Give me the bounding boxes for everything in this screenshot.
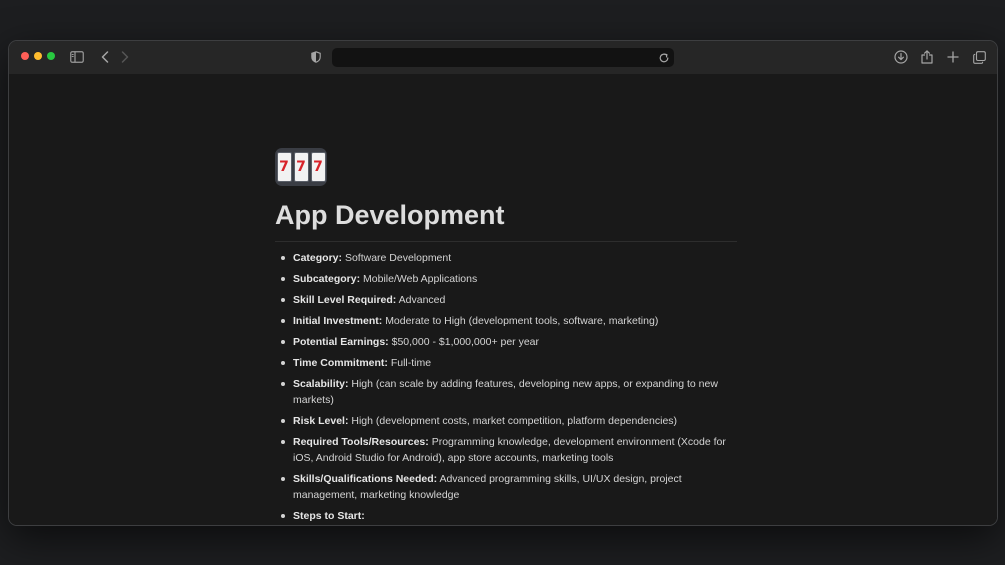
list-item: Initial Investment: Moderate to High (de… [275,313,745,329]
address-bar[interactable] [332,48,674,67]
property-label: Skill Level Required: [293,294,397,306]
property-value: Software Development [344,252,452,264]
list-item: Risk Level: High (development costs, mar… [275,413,745,429]
property-value: Full-time [390,357,432,369]
property-label: Required Tools/Resources: [293,436,429,448]
tab-overview-icon[interactable] [971,49,987,65]
reload-icon[interactable] [658,51,670,69]
property-label: Potential Earnings: [293,336,389,348]
property-label: Scalability: [293,378,349,390]
plus-icon[interactable] [945,49,961,65]
minimize-window-button[interactable] [34,52,42,60]
property-value: High (can scale by adding features, deve… [293,378,718,406]
list-item: Subcategory: Mobile/Web Applications [275,271,745,287]
slot-reel: 7 [276,152,292,182]
list-item: Scalability: High (can scale by adding f… [275,376,745,408]
list-item: Potential Earnings: $50,000 - $1,000,000… [275,334,745,350]
slot-machine-icon: 7 7 7 [275,148,327,186]
property-list: Category: Software Development Subcatego… [275,250,745,525]
property-label: Skills/Qualifications Needed: [293,473,438,485]
chevron-left-icon[interactable] [97,49,113,65]
list-item: Time Commitment: Full-time [275,355,745,371]
property-label: Subcategory: [293,273,361,285]
chevron-right-icon[interactable] [117,49,133,65]
property-label: Time Commitment: [293,357,388,369]
close-window-button[interactable] [21,52,29,60]
browser-toolbar [9,41,997,74]
share-icon[interactable] [919,49,935,65]
property-label: Initial Investment: [293,315,383,327]
shield-icon[interactable] [308,49,324,65]
property-value: $50,000 - $1,000,000+ per year [391,336,540,348]
slot-reel: 7 [293,152,309,182]
page-content: 7 7 7 App Development Category: Software… [9,74,997,525]
list-item: Steps to Start: [275,508,745,524]
property-value: High (development costs, market competit… [351,415,678,427]
list-item: Required Tools/Resources: Programming kn… [275,434,745,466]
property-label: Steps to Start: [293,510,365,522]
title-divider [275,241,737,242]
maximize-window-button[interactable] [47,52,55,60]
property-label: Risk Level: [293,415,349,427]
property-value: Moderate to High (development tools, sof… [385,315,659,327]
list-item: Skills/Qualifications Needed: Advanced p… [275,471,745,503]
sidebar-icon[interactable] [69,49,85,65]
browser-window: 7 7 7 App Development Category: Software… [8,40,998,526]
property-label: Category: [293,252,343,264]
page-title: App Development [275,200,505,230]
property-value: Mobile/Web Applications [363,273,478,285]
download-icon[interactable] [893,49,909,65]
slot-reel: 7 [310,152,326,182]
property-value: Advanced [398,294,446,306]
list-item: Skill Level Required: Advanced [275,292,745,308]
list-item: Category: Software Development [275,250,745,266]
